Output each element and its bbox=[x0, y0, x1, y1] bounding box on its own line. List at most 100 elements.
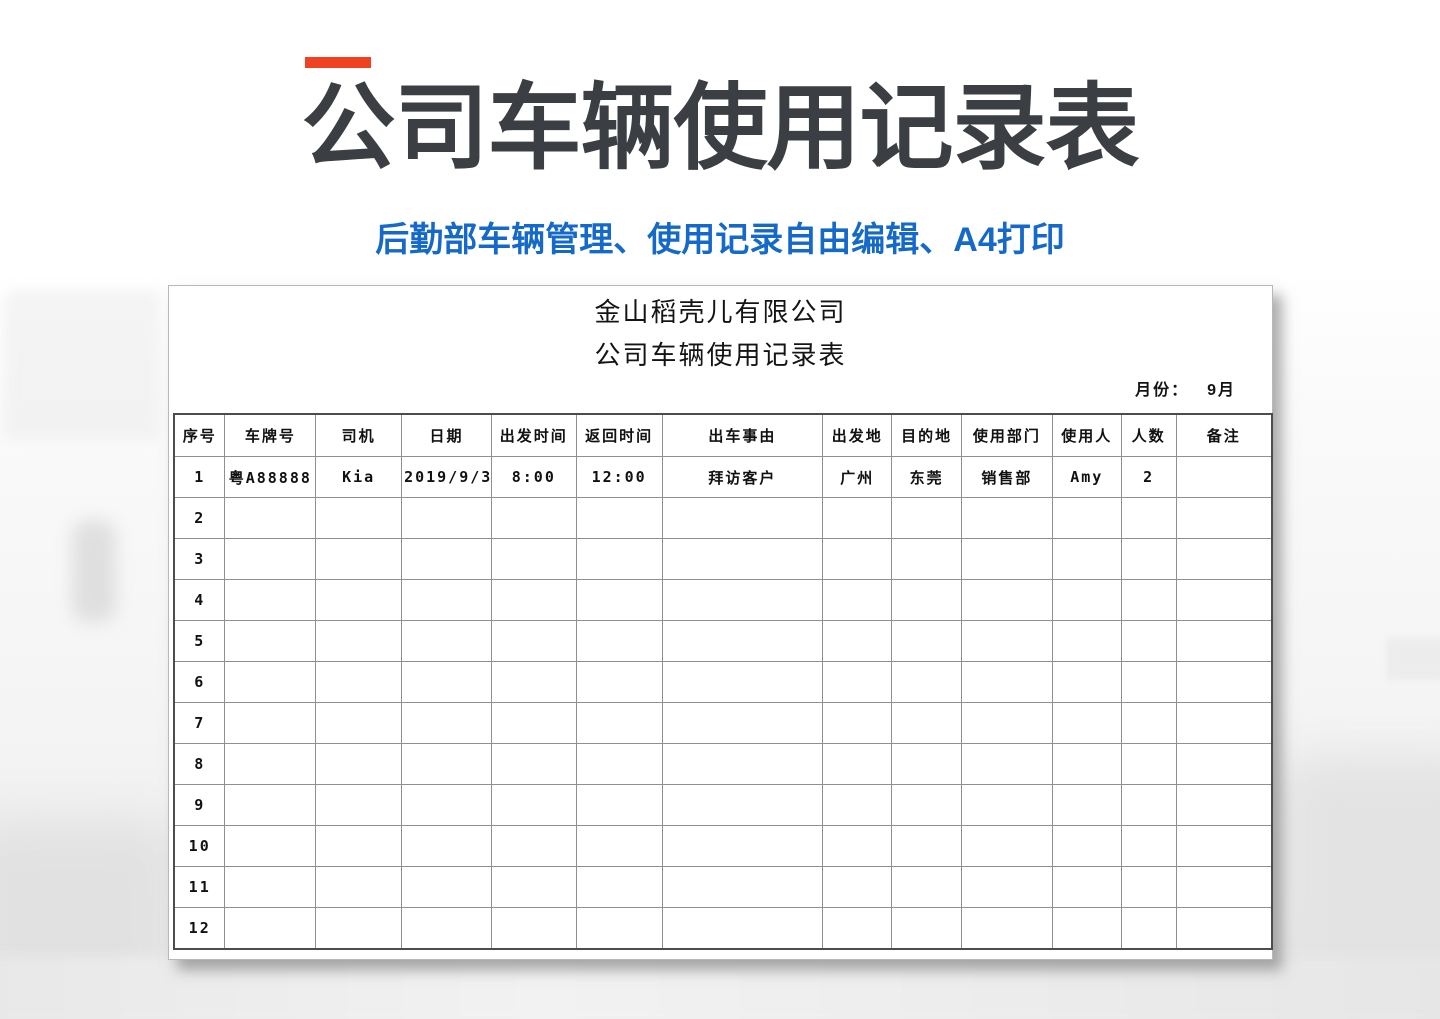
column-header: 出车事由 bbox=[662, 414, 823, 457]
table-cell bbox=[1121, 662, 1176, 703]
table-cell bbox=[1176, 498, 1272, 539]
table-cell bbox=[576, 785, 662, 826]
vehicle-record-table: 序号车牌号司机日期出发时间返回时间出车事由出发地目的地使用部门使用人人数备注1粤… bbox=[173, 413, 1273, 950]
table-cell bbox=[1121, 580, 1176, 621]
table-cell: 11 bbox=[174, 867, 225, 908]
table-cell bbox=[892, 908, 962, 950]
table-cell bbox=[225, 744, 316, 785]
table-cell bbox=[491, 662, 576, 703]
table-cell bbox=[316, 908, 402, 950]
table-cell bbox=[892, 498, 962, 539]
column-header: 出发地 bbox=[823, 414, 892, 457]
table-cell bbox=[1176, 539, 1272, 580]
table-cell bbox=[1176, 744, 1272, 785]
table-cell bbox=[662, 785, 823, 826]
table-cell bbox=[962, 785, 1053, 826]
table-cell bbox=[225, 662, 316, 703]
table-cell bbox=[316, 744, 402, 785]
table-cell bbox=[1052, 580, 1121, 621]
table-cell bbox=[823, 785, 892, 826]
table-cell bbox=[662, 703, 823, 744]
table-cell bbox=[1121, 744, 1176, 785]
table-cell: 广州 bbox=[823, 457, 892, 498]
table-cell bbox=[491, 621, 576, 662]
table-cell bbox=[962, 498, 1053, 539]
table-cell bbox=[225, 908, 316, 950]
table-cell bbox=[576, 744, 662, 785]
table-cell bbox=[491, 744, 576, 785]
column-header: 出发时间 bbox=[491, 414, 576, 457]
column-header: 序号 bbox=[174, 414, 225, 457]
table-cell bbox=[576, 908, 662, 950]
table-cell bbox=[402, 744, 492, 785]
table-cell bbox=[962, 539, 1053, 580]
table-cell bbox=[402, 539, 492, 580]
table-cell bbox=[1176, 826, 1272, 867]
table-cell bbox=[402, 826, 492, 867]
page-subtitle: 后勤部车辆管理、使用记录自由编辑、A4打印 bbox=[0, 219, 1440, 261]
table-cell bbox=[225, 785, 316, 826]
table-cell bbox=[576, 826, 662, 867]
table-cell bbox=[402, 785, 492, 826]
table-cell bbox=[491, 826, 576, 867]
table-cell: 2 bbox=[1121, 457, 1176, 498]
accent-dash bbox=[305, 57, 371, 68]
table-cell bbox=[576, 621, 662, 662]
month-label: 月份： bbox=[1135, 382, 1189, 399]
table-cell bbox=[316, 539, 402, 580]
table-cell bbox=[1052, 621, 1121, 662]
table-cell bbox=[962, 908, 1053, 950]
table-cell bbox=[225, 826, 316, 867]
table-cell bbox=[1052, 785, 1121, 826]
column-header: 返回时间 bbox=[576, 414, 662, 457]
table-cell bbox=[316, 785, 402, 826]
table-cell bbox=[662, 908, 823, 950]
table-cell bbox=[316, 498, 402, 539]
table-cell bbox=[662, 621, 823, 662]
table-cell bbox=[1121, 867, 1176, 908]
table-cell: Amy bbox=[1052, 457, 1121, 498]
column-header: 车牌号 bbox=[225, 414, 316, 457]
table-cell bbox=[892, 744, 962, 785]
table-cell bbox=[962, 621, 1053, 662]
table-cell bbox=[1052, 498, 1121, 539]
table-cell bbox=[962, 744, 1053, 785]
table-cell bbox=[823, 498, 892, 539]
table-cell bbox=[491, 785, 576, 826]
table-cell bbox=[402, 703, 492, 744]
table-cell bbox=[491, 580, 576, 621]
table-cell bbox=[491, 867, 576, 908]
table-cell bbox=[1176, 867, 1272, 908]
table-cell: 12:00 bbox=[576, 457, 662, 498]
column-header: 使用人 bbox=[1052, 414, 1121, 457]
table-cell: 9 bbox=[174, 785, 225, 826]
table-cell: 5 bbox=[174, 621, 225, 662]
table-row: 4 bbox=[174, 580, 1272, 621]
table-cell bbox=[1176, 785, 1272, 826]
table-cell bbox=[225, 580, 316, 621]
table-cell bbox=[225, 703, 316, 744]
table-cell bbox=[402, 498, 492, 539]
table-cell bbox=[1052, 826, 1121, 867]
table-cell bbox=[662, 539, 823, 580]
table-cell bbox=[823, 908, 892, 950]
table-cell: 1 bbox=[174, 457, 225, 498]
table-cell bbox=[892, 662, 962, 703]
table-cell bbox=[892, 539, 962, 580]
table-cell bbox=[962, 662, 1053, 703]
table-cell bbox=[892, 867, 962, 908]
month-value: 9月 bbox=[1207, 382, 1236, 399]
table-cell bbox=[402, 867, 492, 908]
document-preview: 金山稻壳儿有限公司 公司车辆使用记录表 月份：9月 序号车牌号司机日期出发时间返… bbox=[168, 285, 1273, 960]
table-row: 12 bbox=[174, 908, 1272, 950]
table-cell: 4 bbox=[174, 580, 225, 621]
table-cell bbox=[823, 826, 892, 867]
table-cell: 粤A88888 bbox=[225, 457, 316, 498]
column-header: 日期 bbox=[402, 414, 492, 457]
page-title: 公司车辆使用记录表 bbox=[0, 72, 1440, 184]
table-row: 7 bbox=[174, 703, 1272, 744]
table-cell bbox=[823, 539, 892, 580]
table-cell bbox=[316, 621, 402, 662]
table-cell bbox=[402, 662, 492, 703]
table-cell: Kia bbox=[316, 457, 402, 498]
